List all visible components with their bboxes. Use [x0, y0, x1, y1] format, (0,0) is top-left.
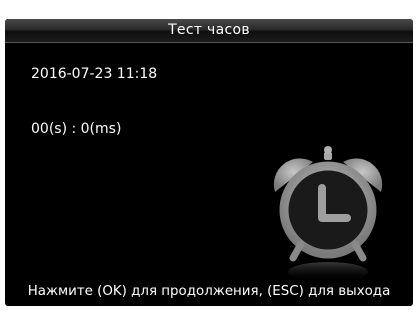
title-bar: Тест часов — [5, 19, 413, 43]
device-frame: Тест часов 2016-07-23 11:18 00(s) : 0(ms… — [0, 0, 418, 316]
alarm-clock-icon — [273, 146, 383, 282]
device-screen: Тест часов 2016-07-23 11:18 00(s) : 0(ms… — [5, 19, 413, 306]
elapsed-counter: 00(s) : 0(ms) — [31, 121, 122, 137]
current-datetime: 2016-07-23 11:18 — [31, 66, 158, 82]
window-title: Тест часов — [168, 22, 250, 38]
footer-hint: Нажмите (OK) для продолжения, (ESC) для … — [27, 284, 391, 299]
